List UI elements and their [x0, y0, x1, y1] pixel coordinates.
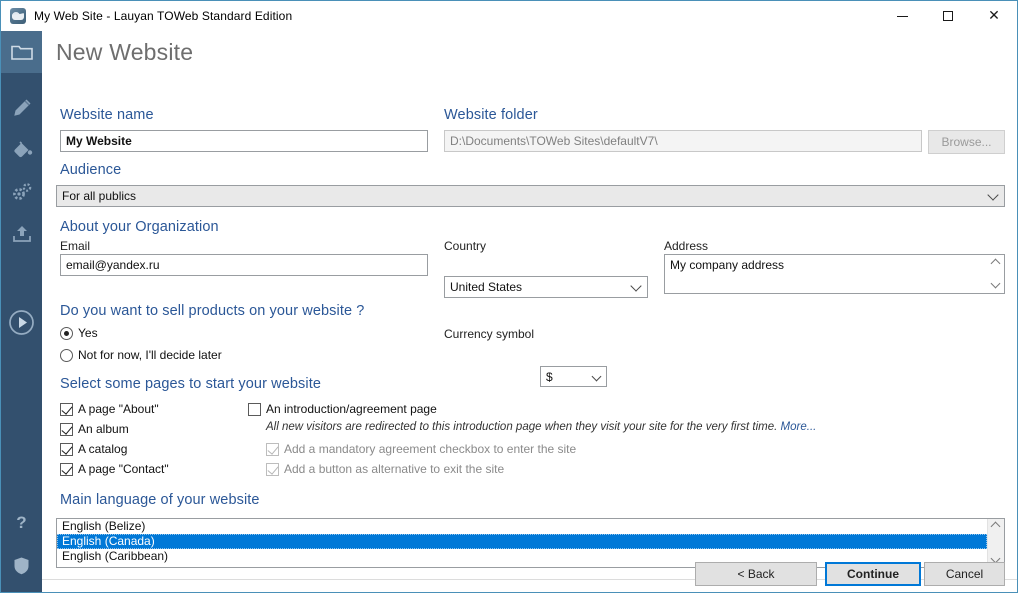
website-folder-label: Website folder [444, 107, 538, 123]
chevron-down-icon [591, 371, 602, 381]
address-scroll-spinner[interactable] [987, 255, 1004, 293]
introduction-hint-text: All new visitors are redirected to this … [266, 421, 778, 433]
pencil-icon [11, 97, 33, 119]
back-button[interactable]: < Back [695, 562, 817, 586]
page-option-contact-label: A page "Contact" [78, 462, 169, 476]
address-value: My company address [670, 258, 785, 272]
checkbox-icon-checked [60, 442, 73, 456]
rail-item-publish[interactable] [1, 213, 42, 255]
question-mark-icon: ? [16, 513, 27, 532]
introduction-hint: All new visitors are redirected to this … [266, 421, 886, 433]
website-folder-input[interactable]: D:\Documents\TOWeb Sites\defaultV7\ [444, 130, 922, 152]
shield-icon [13, 556, 30, 575]
chevron-down-icon [987, 189, 999, 201]
cancel-button[interactable]: Cancel [924, 562, 1005, 586]
maximize-button[interactable] [925, 1, 971, 31]
organization-heading: About your Organization [60, 219, 219, 235]
page-option-agreement-checkbox[interactable]: Add a mandatory agreement checkbox to en… [266, 442, 576, 456]
rail-item-help[interactable]: ? [1, 502, 42, 544]
left-nav-rail: ? [1, 31, 42, 592]
rail-item-site[interactable] [1, 31, 42, 73]
sell-question: Do you want to sell products on your web… [60, 303, 365, 319]
rail-item-edit[interactable] [1, 87, 42, 129]
list-item[interactable]: English (Belize) [57, 519, 987, 534]
browse-button[interactable]: Browse... [928, 130, 1005, 154]
chevron-up-icon[interactable] [992, 259, 1000, 267]
page-option-catalog[interactable]: A catalog [60, 442, 127, 456]
page-option-catalog-label: A catalog [78, 442, 128, 456]
website-name-label: Website name [60, 107, 154, 123]
close-button[interactable]: ✕ [971, 1, 1017, 31]
page-option-exit-button[interactable]: Add a button as alternative to exit the … [266, 462, 504, 476]
rail-item-theme[interactable] [1, 129, 42, 171]
checkbox-icon-checked [60, 402, 73, 416]
maximize-icon [943, 11, 953, 21]
currency-select[interactable]: $ [540, 366, 607, 387]
currency-label: Currency symbol [444, 327, 535, 341]
website-name-input[interactable] [60, 130, 428, 152]
currency-value: $ [546, 369, 553, 384]
country-label: Country [444, 239, 487, 253]
gears-icon [10, 181, 34, 203]
close-icon: ✕ [988, 8, 1000, 24]
radio-icon-selected [60, 326, 73, 340]
sell-option-later-label: Not for now, I'll decide later [78, 348, 222, 362]
email-input[interactable] [60, 254, 428, 276]
list-item-selected[interactable]: English (Canada) [57, 534, 987, 549]
country-select[interactable]: United States [444, 276, 648, 298]
minimize-icon [896, 15, 908, 17]
rail-item-preview[interactable] [1, 301, 42, 343]
country-value: United States [450, 280, 523, 294]
upload-icon [11, 224, 33, 244]
sell-option-yes[interactable]: Yes [60, 326, 98, 340]
app-icon [10, 8, 26, 24]
audience-value: For all publics [62, 189, 137, 203]
sell-option-later[interactable]: Not for now, I'll decide later [60, 348, 222, 362]
checkbox-icon [248, 402, 261, 416]
scroll-up-icon[interactable] [992, 522, 1000, 530]
page-option-exit-label: Add a button as alternative to exit the … [284, 462, 505, 476]
checkbox-icon-checked-disabled [266, 442, 279, 456]
page-option-about-label: A page "About" [78, 402, 159, 416]
language-listbox[interactable]: English (Belize) English (Canada) Englis… [56, 518, 1005, 568]
wizard-content: New Website Website name Website folder … [42, 31, 1017, 592]
folder-icon [10, 43, 33, 61]
introduction-more-link[interactable]: More... [781, 421, 817, 433]
page-title: New Website [56, 39, 194, 65]
page-option-about[interactable]: A page "About" [60, 402, 159, 416]
address-textarea[interactable]: My company address [664, 254, 1005, 294]
minimize-button[interactable] [879, 1, 925, 31]
title-bar: My Web Site - Lauyan TOWeb Standard Edit… [1, 1, 1017, 31]
audience-select[interactable]: For all publics [56, 185, 1005, 207]
page-option-album-label: An album [78, 422, 129, 436]
language-scrollbar[interactable] [987, 519, 1004, 567]
audience-label: Audience [60, 162, 122, 178]
sell-option-yes-label: Yes [78, 326, 98, 340]
window-controls: ✕ [879, 1, 1017, 31]
page-option-introduction[interactable]: An introduction/agreement page [248, 402, 437, 416]
pages-heading: Select some pages to start your website [60, 376, 321, 392]
application-window: My Web Site - Lauyan TOWeb Standard Edit… [0, 0, 1018, 593]
rail-item-security[interactable] [1, 544, 42, 586]
play-circle-icon [8, 309, 35, 336]
address-label: Address [664, 239, 709, 253]
page-option-contact[interactable]: A page "Contact" [60, 462, 169, 476]
checkbox-icon-checked [60, 422, 73, 436]
paint-bucket-icon [11, 139, 33, 161]
email-label: Email [60, 239, 91, 253]
page-option-album[interactable]: An album [60, 422, 129, 436]
language-list-items: English (Belize) English (Canada) Englis… [57, 519, 987, 567]
continue-button[interactable]: Continue [825, 562, 921, 586]
checkbox-icon-checked [60, 462, 73, 476]
radio-icon [60, 348, 73, 362]
page-option-introduction-label: An introduction/agreement page [266, 402, 437, 416]
language-heading: Main language of your website [60, 492, 260, 508]
window-title: My Web Site - Lauyan TOWeb Standard Edit… [34, 9, 293, 23]
chevron-down-icon[interactable] [992, 281, 1000, 289]
page-option-agreement-label: Add a mandatory agreement checkbox to en… [284, 442, 577, 456]
rail-item-settings[interactable] [1, 171, 42, 213]
checkbox-icon-checked-disabled [266, 462, 279, 476]
chevron-down-icon [630, 280, 642, 292]
